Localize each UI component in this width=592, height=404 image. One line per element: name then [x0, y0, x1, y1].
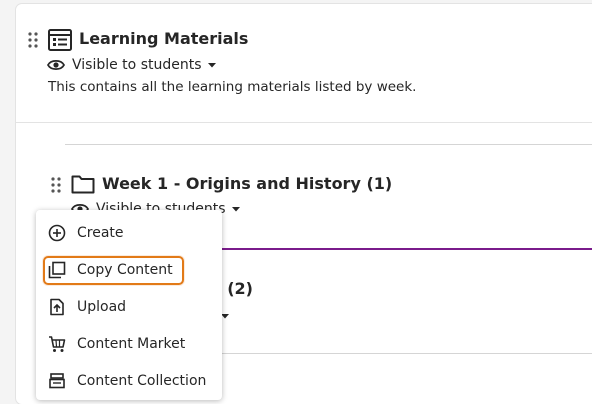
collection-icon — [49, 373, 65, 389]
drag-handle-icon[interactable] — [27, 32, 39, 48]
menu-item-label: Content Collection — [77, 373, 207, 389]
plus-circle-icon — [48, 224, 66, 242]
menu-item-content-market[interactable]: Content Market — [36, 326, 222, 363]
divider — [65, 144, 592, 145]
eye-icon — [47, 59, 65, 71]
add-content-menu: Create Copy Content Upload Content Marke… — [36, 210, 222, 400]
menu-item-content-collection[interactable]: Content Collection — [36, 363, 222, 400]
menu-item-upload[interactable]: Upload — [36, 289, 222, 326]
caret-down-icon — [231, 207, 240, 212]
drag-handle-icon[interactable] — [50, 177, 62, 193]
visibility-label: Visible to students — [72, 57, 202, 73]
insert-content-line[interactable] — [220, 248, 592, 250]
cart-icon — [49, 336, 66, 352]
upload-icon — [50, 298, 64, 316]
folder-title[interactable]: Week 1 - Origins and History (1) — [102, 174, 392, 193]
menu-item-create[interactable]: Create — [36, 215, 222, 252]
folder-icon — [71, 175, 95, 194]
menu-item-label: Upload — [77, 299, 127, 315]
menu-item-label: Content Market — [77, 336, 186, 352]
section-title[interactable]: Learning Materials — [79, 29, 248, 48]
section-description: This contains all the learning materials… — [48, 79, 417, 95]
divider — [16, 122, 592, 123]
document-list-icon — [48, 29, 72, 51]
caret-down-icon — [207, 63, 216, 68]
divider — [220, 353, 592, 354]
menu-item-label: Create — [77, 225, 124, 241]
visibility-dropdown[interactable]: Visible to students — [47, 56, 217, 74]
highlight-outline — [43, 256, 184, 285]
